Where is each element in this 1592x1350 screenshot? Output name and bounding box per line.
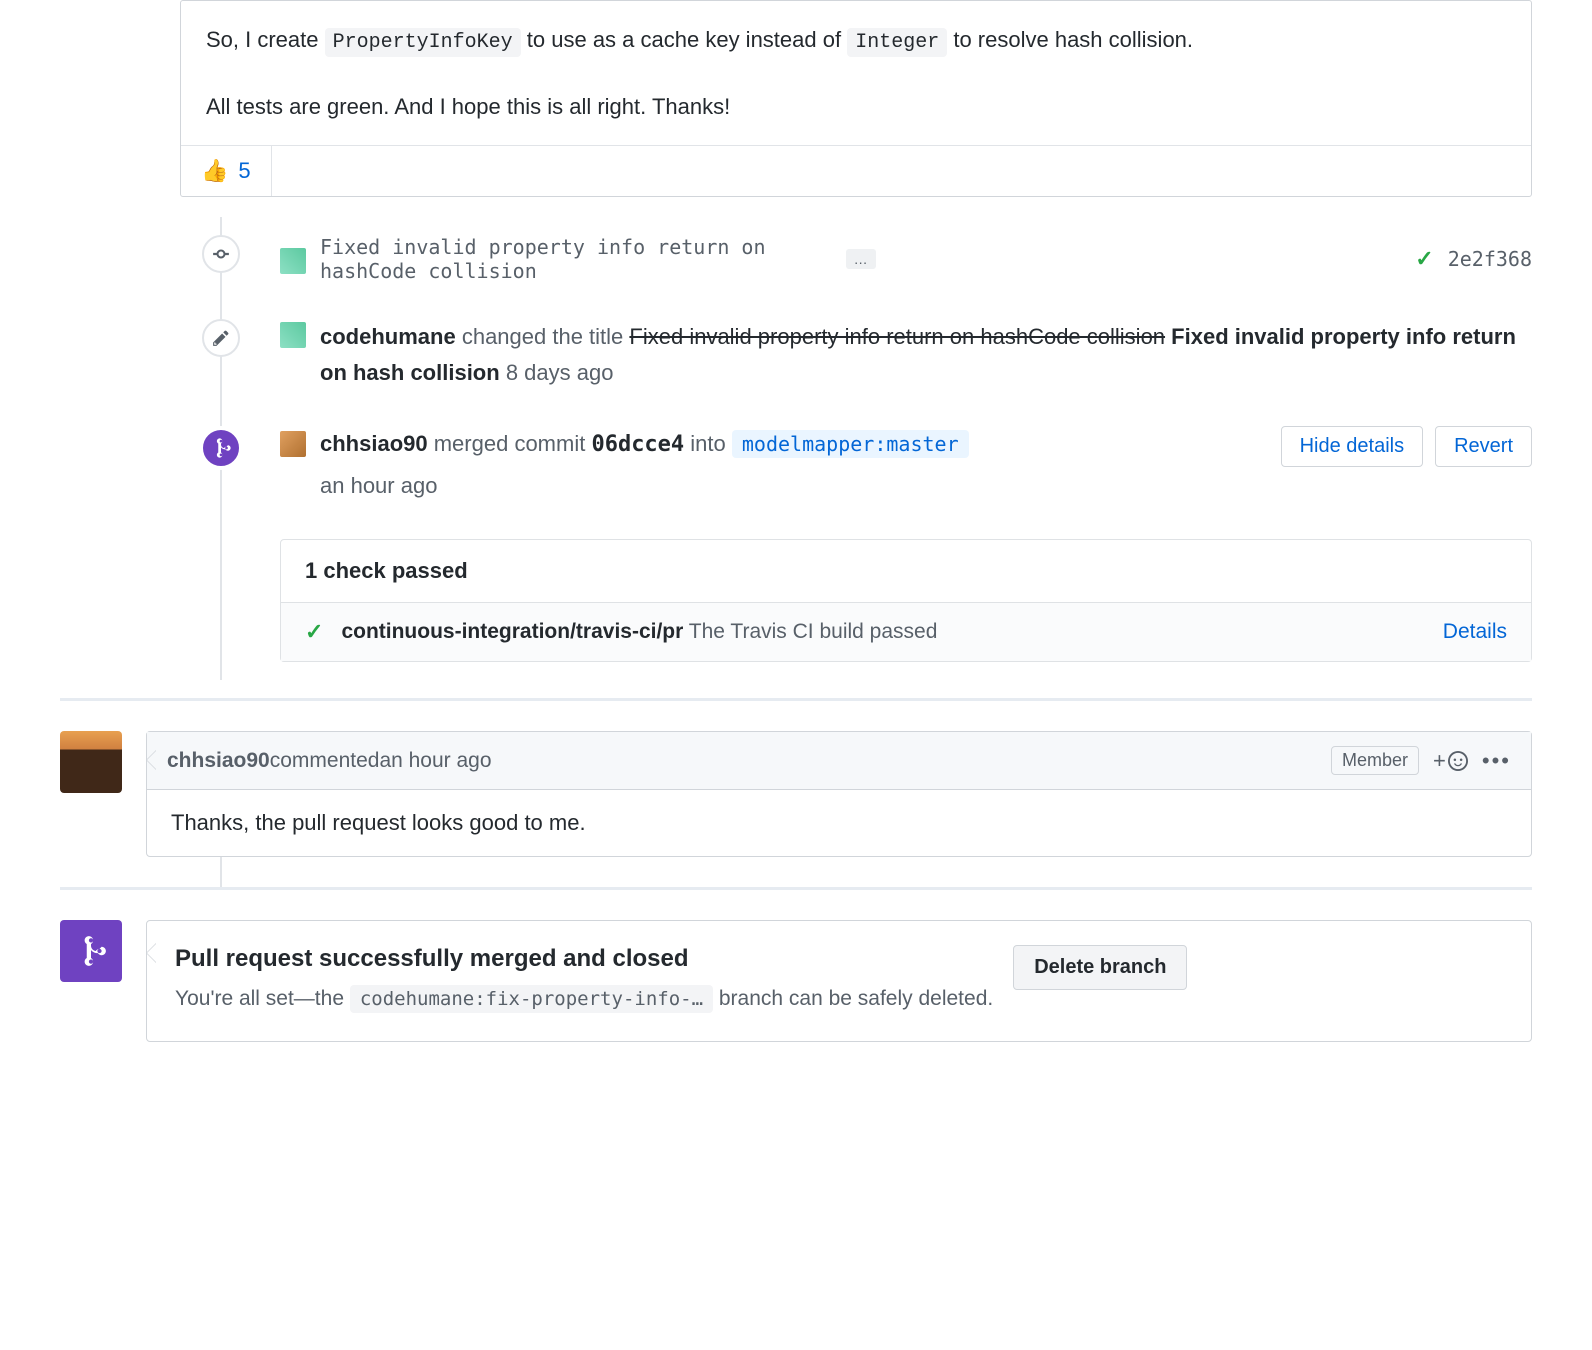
plus-icon: +	[1433, 748, 1446, 774]
branch-tag[interactable]: modelmapper:master	[732, 430, 969, 458]
merge-summary-card: Pull request successfully merged and clo…	[146, 920, 1532, 1042]
user-avatar[interactable]	[280, 322, 306, 348]
username[interactable]: chhsiao90	[320, 431, 428, 456]
checks-header: 1 check passed	[281, 540, 1531, 603]
more-actions-button[interactable]: •••	[1482, 748, 1511, 774]
divider	[60, 698, 1532, 701]
commit-message[interactable]: Fixed invalid property info return on ha…	[320, 235, 832, 283]
commit-sha[interactable]: 2e2f368	[1448, 247, 1532, 271]
text: You're all set—the	[175, 987, 350, 1010]
reaction-thumbs-up[interactable]: 👍 5	[181, 146, 272, 196]
comment-header: chhsiao90 commented an hour ago Member +…	[147, 732, 1531, 790]
divider	[60, 887, 1532, 890]
timestamp: 8 days ago	[506, 360, 614, 385]
commit-icon	[202, 235, 240, 273]
merge-summary: Pull request successfully merged and clo…	[60, 920, 1532, 1042]
merge-summary-title: Pull request successfully merged and clo…	[175, 945, 993, 973]
merged-icon-badge	[199, 426, 243, 470]
reaction-count: 5	[238, 158, 250, 184]
timeline-line	[220, 857, 222, 887]
text: So, I create	[206, 27, 325, 52]
text: to use as a cache key instead of	[527, 27, 847, 52]
git-merge-icon	[76, 934, 106, 968]
commit-row: Fixed invalid property info return on ha…	[280, 235, 1532, 283]
branch-code: codehumane:fix-property-info-…	[350, 985, 713, 1013]
hide-details-button[interactable]: Hide details	[1281, 426, 1424, 467]
check-description: The Travis CI build passed	[689, 620, 938, 643]
commit-sha[interactable]: 06dcce4	[591, 432, 684, 457]
checks-box: 1 check passed ✓ continuous-integration/…	[280, 539, 1532, 662]
commit-ellipsis-button[interactable]: …	[846, 249, 876, 269]
username[interactable]: chhsiao90	[167, 749, 270, 773]
merge-event-text: chhsiao90 merged commit 06dcce4 into mod…	[320, 426, 1267, 503]
text: to resolve hash collision.	[953, 27, 1193, 52]
thumbs-up-icon: 👍	[201, 158, 228, 184]
timestamp: an hour ago	[320, 468, 1267, 503]
merge-icon-box	[60, 920, 122, 982]
text: merged commit	[434, 431, 592, 456]
text: branch can be safely deleted.	[719, 987, 993, 1010]
title-change-text: codehumane changed the title Fixed inval…	[320, 319, 1532, 389]
reaction-bar: 👍 5	[181, 145, 1531, 196]
member-badge: Member	[1331, 746, 1419, 775]
pencil-icon	[212, 329, 230, 347]
timeline-title-change: codehumane changed the title Fixed inval…	[180, 301, 1532, 407]
comment-card: So, I create PropertyInfoKey to use as a…	[180, 0, 1532, 197]
merge-actions: Hide details Revert	[1281, 426, 1532, 467]
revert-button[interactable]: Revert	[1435, 426, 1532, 467]
commit-author-avatar[interactable]	[280, 248, 306, 274]
smiley-icon	[1448, 751, 1468, 771]
user-avatar[interactable]	[280, 431, 306, 457]
code-inline: Integer	[847, 28, 947, 57]
timestamp[interactable]: an hour ago	[379, 749, 491, 773]
comment-block: chhsiao90 commented an hour ago Member +…	[60, 731, 1532, 857]
comment-card: chhsiao90 commented an hour ago Member +…	[146, 731, 1532, 857]
comment-body: So, I create PropertyInfoKey to use as a…	[181, 1, 1531, 145]
merge-summary-desc: You're all set—the codehumane:fix-proper…	[175, 981, 993, 1017]
checks-row: ✓ continuous-integration/travis-ci/pr Th…	[281, 603, 1531, 661]
username[interactable]: codehumane	[320, 324, 456, 349]
timeline-merge-event: chhsiao90 merged commit 06dcce4 into mod…	[180, 408, 1532, 521]
comment-paragraph: So, I create PropertyInfoKey to use as a…	[206, 21, 1506, 60]
code-inline: PropertyInfoKey	[325, 28, 521, 57]
text: commented	[270, 749, 380, 773]
git-merge-icon	[210, 437, 232, 459]
check-name: continuous-integration/travis-ci/pr	[341, 620, 683, 643]
check-icon[interactable]: ✓	[1415, 246, 1433, 272]
old-title: Fixed invalid property info return on ha…	[629, 324, 1165, 349]
merge-summary-text: Pull request successfully merged and clo…	[175, 945, 993, 1017]
edit-icon-badge	[202, 319, 240, 357]
timeline: Fixed invalid property info return on ha…	[180, 217, 1532, 680]
delete-branch-button[interactable]: Delete branch	[1013, 945, 1187, 990]
comment-paragraph: All tests are green. And I hope this is …	[206, 88, 1506, 125]
text: into	[690, 431, 732, 456]
user-avatar[interactable]	[60, 731, 122, 793]
text: changed the title	[462, 324, 630, 349]
timeline-commit: Fixed invalid property info return on ha…	[180, 217, 1532, 301]
git-commit-icon	[212, 245, 230, 263]
check-details-link[interactable]: Details	[1443, 620, 1507, 644]
comment-body: Thanks, the pull request looks good to m…	[147, 790, 1531, 856]
check-icon: ✓	[305, 619, 323, 645]
add-reaction-button[interactable]: +	[1433, 748, 1468, 774]
